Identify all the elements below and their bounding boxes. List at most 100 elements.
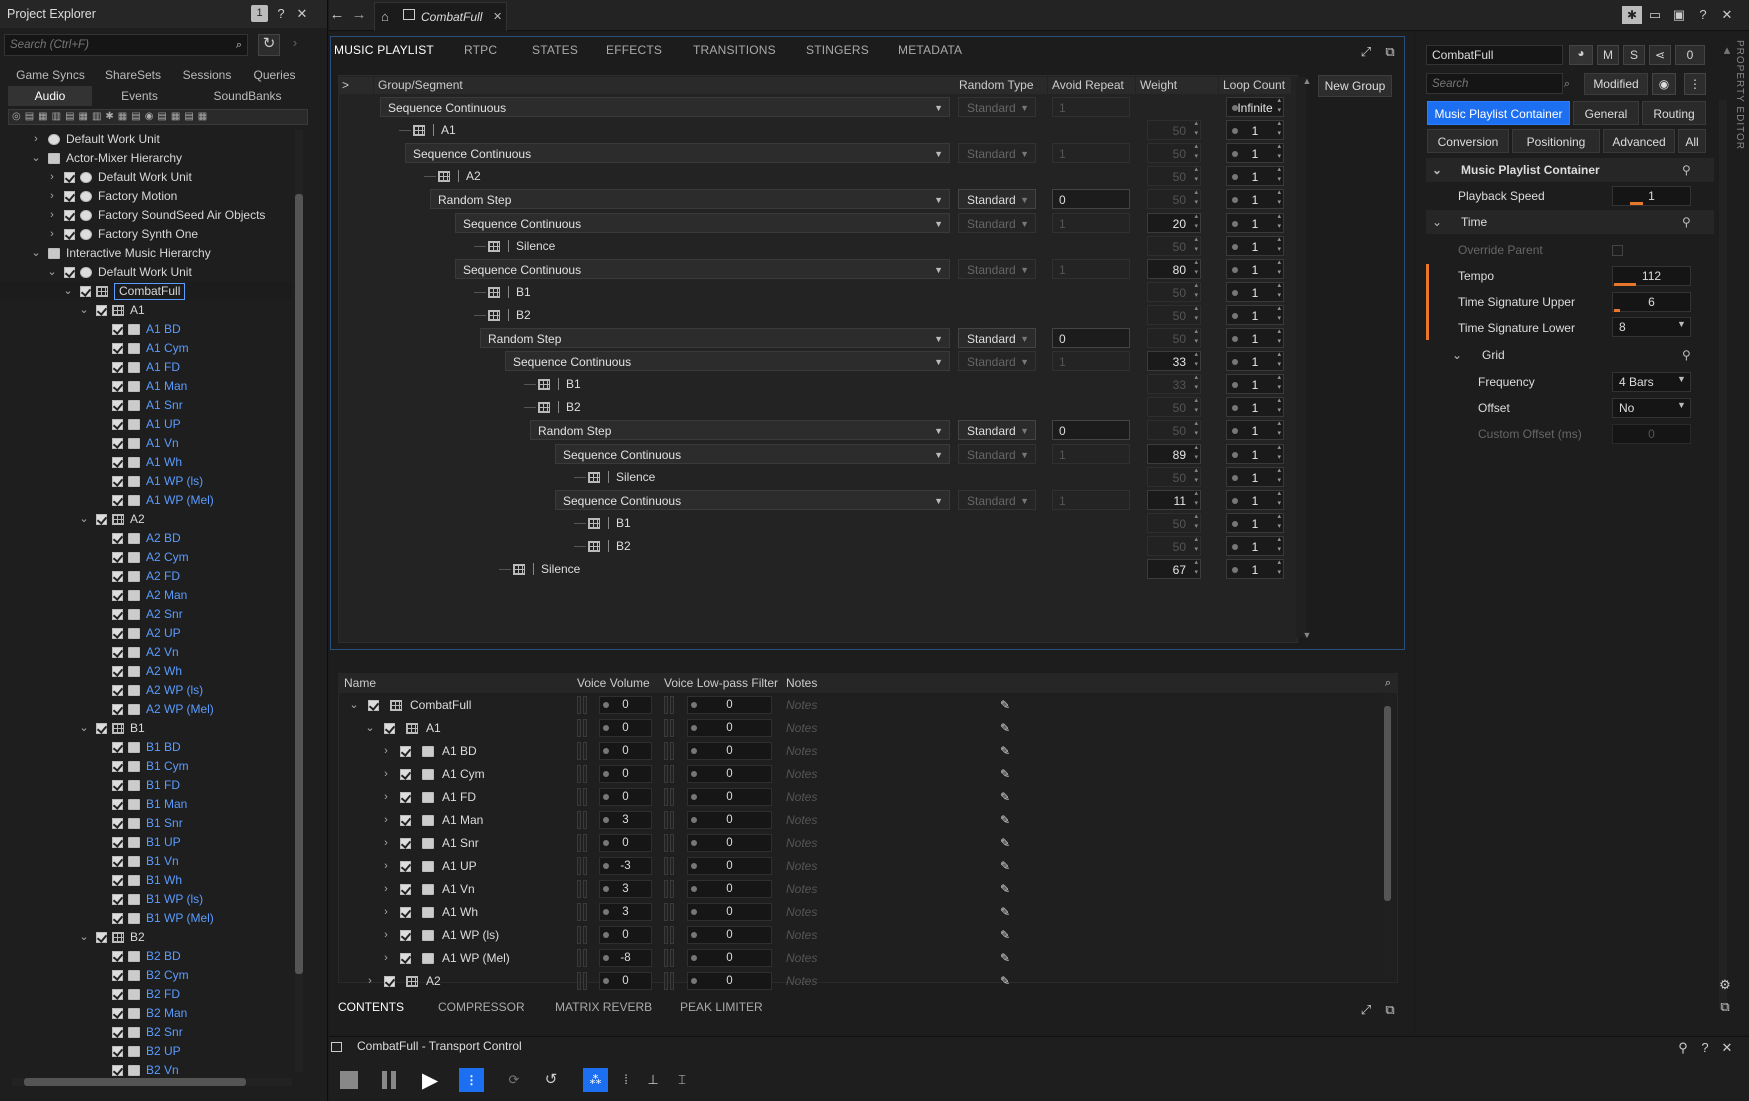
checkbox-icon[interactable] — [384, 723, 395, 734]
more-icon[interactable]: ⋮ — [1684, 73, 1706, 95]
loop-count-field[interactable]: 1 — [1226, 489, 1284, 510]
tab-metadata[interactable]: METADATA — [898, 43, 962, 57]
playback-speed-field[interactable]: 1 — [1612, 186, 1691, 206]
contents-row[interactable]: › A1 Vn 3 0 Notes ✎ — [340, 878, 1380, 901]
tree-row[interactable]: ⌄ B1 — [0, 719, 292, 738]
random-type-header[interactable]: Random Type — [955, 77, 1047, 94]
checkbox-icon[interactable] — [112, 419, 123, 430]
avoid-repeat-field[interactable]: 1 — [1052, 97, 1130, 117]
checkbox-icon[interactable] — [112, 780, 123, 791]
contents-row[interactable]: › A1 BD 0 0 Notes ✎ — [340, 740, 1380, 763]
tree-row[interactable]: B1 Wh — [0, 871, 292, 890]
tree-row[interactable]: B1 Vn — [0, 852, 292, 871]
avoid-repeat-field[interactable]: 1 — [1052, 351, 1130, 372]
pin-icon[interactable]: ⚲ — [1682, 343, 1691, 367]
checkbox-icon[interactable] — [112, 894, 123, 905]
tree-row[interactable]: ⌄ B2 — [0, 928, 292, 947]
game-syncs-button[interactable]: ⁂ — [583, 1068, 608, 1092]
tree-row[interactable]: › Factory SoundSeed Air Objects — [0, 206, 292, 225]
random-type-dropdown[interactable]: Standard ▼ — [958, 443, 1036, 464]
pin-icon[interactable]: ⚲ — [1674, 1039, 1692, 1057]
loop-count-field[interactable]: 1 — [1226, 304, 1284, 325]
checkbox-icon[interactable] — [112, 837, 123, 848]
voice-volume-field[interactable]: 0 — [599, 926, 652, 944]
checkbox-icon[interactable] — [112, 856, 123, 867]
checkbox-icon[interactable] — [112, 666, 123, 677]
chevron-right-icon[interactable]: › — [30, 130, 42, 149]
checkbox-icon[interactable] — [400, 930, 411, 941]
contents-row[interactable]: › A1 UP -3 0 Notes ✎ — [340, 855, 1380, 878]
pencil-icon[interactable]: ✎ — [1000, 740, 1010, 763]
chevron-down-icon[interactable]: ⌄ — [30, 149, 42, 168]
weight-field[interactable]: 50 — [1147, 327, 1201, 348]
notes-field[interactable]: Notes — [786, 901, 817, 924]
tree-row[interactable]: ⌄ Default Work Unit — [0, 263, 292, 282]
tree-row[interactable]: B1 FD — [0, 776, 292, 795]
checkbox-icon[interactable] — [112, 457, 123, 468]
chevron-right-icon[interactable]: › — [380, 924, 392, 947]
pencil-icon[interactable]: ✎ — [1000, 832, 1010, 855]
chevron-right-icon[interactable]: › — [364, 970, 376, 993]
checkbox-icon[interactable] — [112, 476, 123, 487]
avoid-repeat-field[interactable]: 0 — [1052, 189, 1130, 210]
checkbox-icon[interactable] — [400, 907, 411, 918]
group-dropdown[interactable]: Random Step ▼ — [530, 420, 950, 441]
loop-count-field[interactable]: 1 — [1226, 443, 1284, 464]
avoid-repeat-field[interactable]: 1 — [1052, 258, 1130, 279]
voice-lpf-field[interactable]: 0 — [687, 972, 772, 990]
checkbox-icon[interactable] — [112, 647, 123, 658]
chevron-down-icon[interactable]: ⌄ — [364, 717, 376, 740]
checkbox-icon[interactable] — [64, 210, 75, 221]
music-playlist-container-section[interactable]: ⌄ Music Playlist Container ⚲ — [1426, 158, 1700, 182]
playlist-scrollbar[interactable] — [1296, 77, 1306, 637]
pencil-icon[interactable]: ✎ — [1000, 878, 1010, 901]
color-icon[interactable]: ◕ — [1569, 45, 1593, 65]
tree-row[interactable]: ⌄ Interactive Music Hierarchy — [0, 244, 292, 263]
voice-lpf-field[interactable]: 0 — [687, 742, 772, 760]
loop-count-field[interactable]: 1 — [1226, 396, 1284, 418]
checkbox-icon[interactable] — [80, 286, 91, 297]
checkbox-icon[interactable] — [96, 514, 107, 525]
popout-icon[interactable]: ⧉ — [1381, 1001, 1399, 1019]
checkbox-icon[interactable] — [112, 761, 123, 772]
checkbox-icon[interactable] — [112, 381, 123, 392]
tab-compressor[interactable]: COMPRESSOR — [438, 1000, 525, 1014]
tree-row[interactable]: › Default Work Unit — [0, 130, 292, 149]
notes-field[interactable]: Notes — [786, 832, 817, 855]
voice-volume-field[interactable]: 0 — [599, 742, 652, 760]
tab-queries[interactable]: Queries — [241, 65, 308, 85]
voice-lpf-field[interactable]: 0 — [687, 857, 772, 875]
checkbox-icon[interactable] — [64, 267, 75, 278]
contents-row[interactable]: ⌄ CombatFull 0 0 Notes ✎ — [340, 694, 1380, 717]
contents-row[interactable]: ⌄ A1 0 0 Notes ✎ — [340, 717, 1380, 740]
checkbox-icon[interactable] — [112, 362, 123, 373]
refresh-icon[interactable]: ↻ — [258, 34, 280, 56]
property-search-input[interactable]: Search — [1426, 73, 1563, 94]
chevron-down-icon[interactable]: ⌄ — [46, 263, 58, 282]
grid-section[interactable]: ⌄ Grid ⚲ — [1426, 343, 1700, 367]
tab-transitions[interactable]: TRANSITIONS — [693, 43, 776, 57]
notes-field[interactable]: Notes — [786, 947, 817, 970]
checkbox-icon[interactable] — [400, 815, 411, 826]
checkbox-icon[interactable] — [112, 799, 123, 810]
weight-field[interactable]: 50 — [1147, 396, 1201, 418]
group-dropdown[interactable]: Sequence Continuous ▼ — [505, 351, 950, 372]
notes-field[interactable]: Notes — [786, 809, 817, 832]
scroll-up-icon[interactable]: ▲ — [1298, 72, 1316, 90]
tree-row[interactable]: › Default Work Unit — [0, 168, 292, 187]
search-icon[interactable]: ⌕ — [1379, 674, 1397, 692]
tree-row[interactable]: A1 FD — [0, 358, 292, 377]
filter-toolbar[interactable]: ◎▤▦▥▤▦▥✱▦▤◉▤▦▤▦ — [8, 109, 308, 125]
tree-row[interactable]: A2 WP (Mel) — [0, 700, 292, 719]
notes-field[interactable]: Notes — [786, 878, 817, 901]
tree-row[interactable]: B2 FD — [0, 985, 292, 1004]
loop-count-field[interactable]: 1 — [1226, 119, 1284, 141]
contents-row[interactable]: › A1 Wh 3 0 Notes ✎ — [340, 901, 1380, 924]
expand-column[interactable]: > — [338, 77, 373, 94]
play-button[interactable]: ▶ — [422, 1068, 438, 1093]
project-search-input[interactable]: Search (Ctrl+F) — [4, 34, 248, 56]
loop-count-field[interactable]: 1 — [1226, 258, 1284, 279]
notes-field[interactable]: Notes — [786, 786, 817, 809]
notes-header[interactable]: Notes — [786, 675, 817, 692]
folder-icon[interactable]: ▭ — [1646, 6, 1664, 24]
